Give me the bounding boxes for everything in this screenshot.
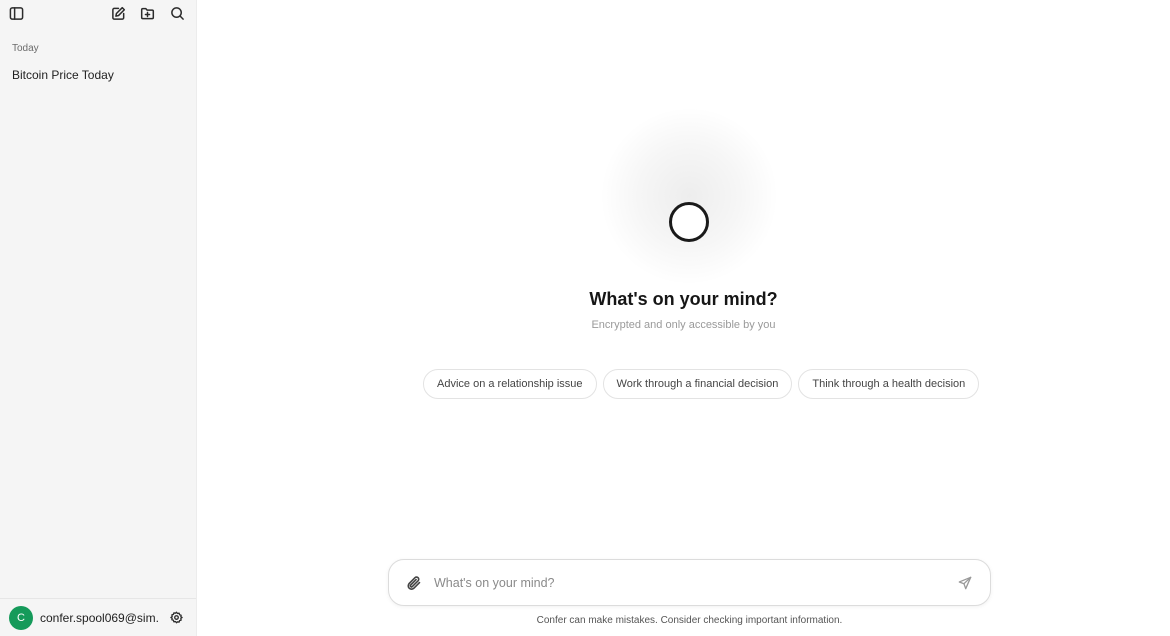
suggestion-chip-financial[interactable]: Work through a financial decision xyxy=(602,369,793,399)
logo-glow xyxy=(599,106,779,286)
search-icon[interactable] xyxy=(166,2,188,24)
send-icon[interactable] xyxy=(954,572,976,594)
disclaimer-text: Confer can make mistakes. Consider check… xyxy=(536,615,843,626)
gear-icon[interactable] xyxy=(166,607,187,629)
sidebar-toggle-icon[interactable] xyxy=(5,2,27,24)
sidebar: Today Bitcoin Price Today C confer.spool… xyxy=(0,0,197,636)
logo-ring-icon xyxy=(669,202,709,242)
paperclip-icon[interactable] xyxy=(403,572,425,594)
suggestion-chips: Advice on a relationship issue Work thro… xyxy=(423,369,980,399)
user-email: confer.spool069@sim... xyxy=(40,610,158,625)
main-area: What's on your mind? Encrypted and only … xyxy=(197,0,1170,636)
chat-item[interactable]: Bitcoin Price Today xyxy=(0,68,196,82)
sidebar-toolbar xyxy=(0,0,196,28)
folder-plus-icon[interactable] xyxy=(136,2,158,24)
avatar: C xyxy=(9,605,33,630)
edit-icon[interactable] xyxy=(107,2,129,24)
suggestion-chip-relationship[interactable]: Advice on a relationship issue xyxy=(423,369,597,399)
message-input[interactable] xyxy=(434,575,954,590)
page-subtitle: Encrypted and only accessible by you xyxy=(591,319,776,331)
suggestion-chip-health[interactable]: Think through a health decision xyxy=(798,369,980,399)
section-label-today: Today xyxy=(12,43,39,54)
message-composer xyxy=(388,559,991,606)
app: Today Bitcoin Price Today C confer.spool… xyxy=(0,0,1170,636)
page-title: What's on your mind? xyxy=(589,289,778,309)
user-profile[interactable]: C confer.spool069@sim... xyxy=(0,598,196,636)
